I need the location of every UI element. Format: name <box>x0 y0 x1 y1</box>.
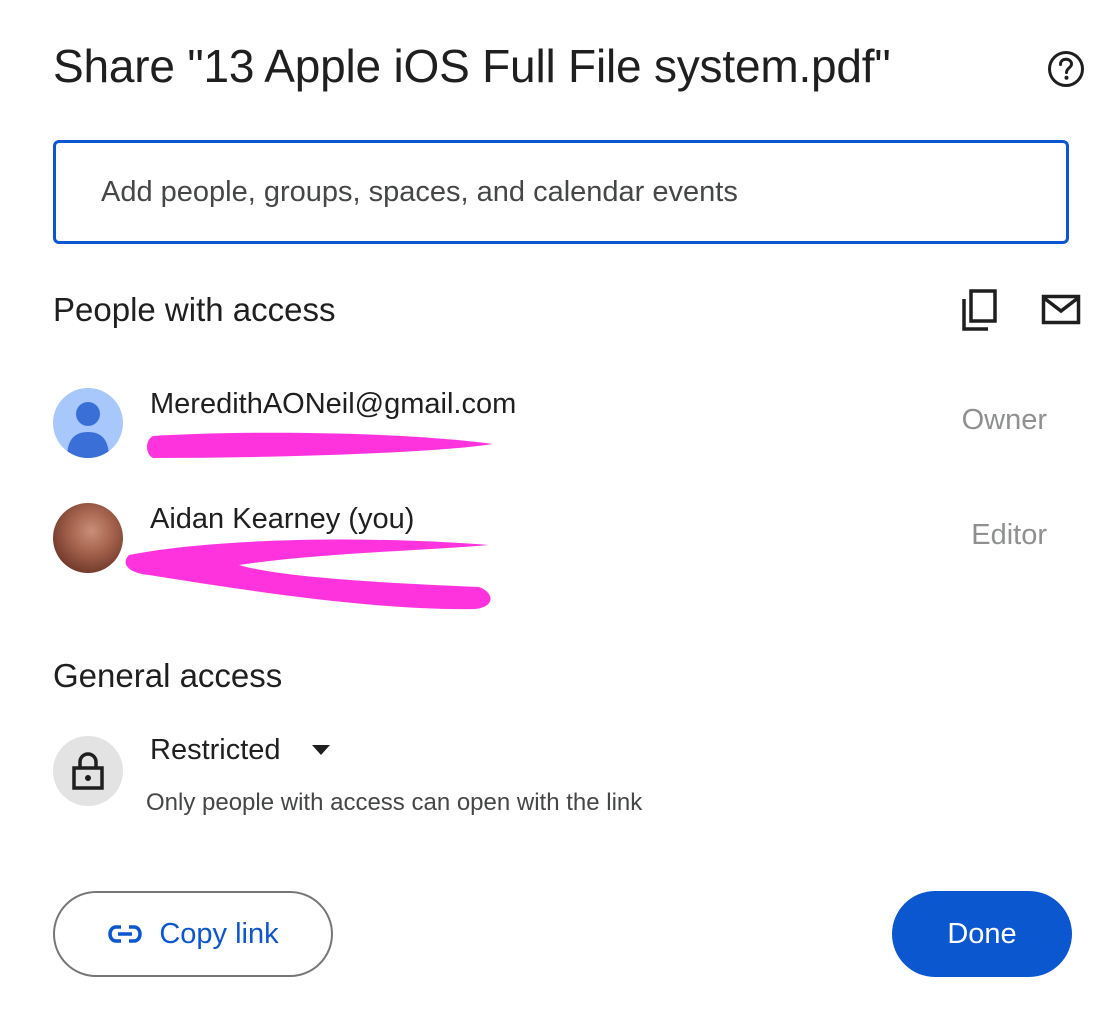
general-access-heading: General access <box>53 657 283 694</box>
general-access-selected: Restricted <box>150 734 281 766</box>
lock-icon <box>72 752 104 790</box>
people-with-access-heading: People with access <box>53 291 336 328</box>
copy-link-label: Copy link <box>159 918 279 950</box>
link-icon <box>108 925 143 943</box>
person-role: Owner <box>961 404 1047 436</box>
general-access-description: Only people with access can open with th… <box>146 789 643 816</box>
redaction-mark <box>147 432 493 458</box>
help-button[interactable] <box>1040 43 1092 95</box>
dialog-title: Share "13 Apple iOS Full File system.pdf… <box>53 40 891 92</box>
help-circle-icon <box>1048 51 1084 87</box>
add-people-input[interactable] <box>99 174 1066 210</box>
copy-emails-button[interactable] <box>951 282 1007 338</box>
add-people-field[interactable] <box>53 140 1069 244</box>
person-name: Aidan Kearney (you) <box>150 503 415 535</box>
person-row[interactable]: MeredithAONeil@gmail.com Owner <box>53 388 1063 478</box>
copy-icon <box>962 289 997 331</box>
default-avatar-icon <box>53 388 123 458</box>
person-name: MeredithAONeil@gmail.com <box>150 388 517 420</box>
person-role: Editor <box>971 519 1047 551</box>
general-access-dropdown[interactable]: Restricted <box>150 728 331 772</box>
share-dialog: Share "13 Apple iOS Full File system.pdf… <box>0 0 1118 1024</box>
mail-icon <box>1041 294 1081 325</box>
done-button[interactable]: Done <box>892 891 1072 977</box>
profile-photo <box>53 503 123 573</box>
done-label: Done <box>947 918 1017 950</box>
copy-link-button[interactable]: Copy link <box>53 891 333 977</box>
email-people-button[interactable] <box>1033 282 1089 338</box>
caret-down-icon <box>311 745 330 755</box>
redaction-mark <box>125 539 491 610</box>
person-row[interactable]: Aidan Kearney (you) Editor <box>53 503 1063 610</box>
general-access-icon-circle <box>53 736 123 806</box>
